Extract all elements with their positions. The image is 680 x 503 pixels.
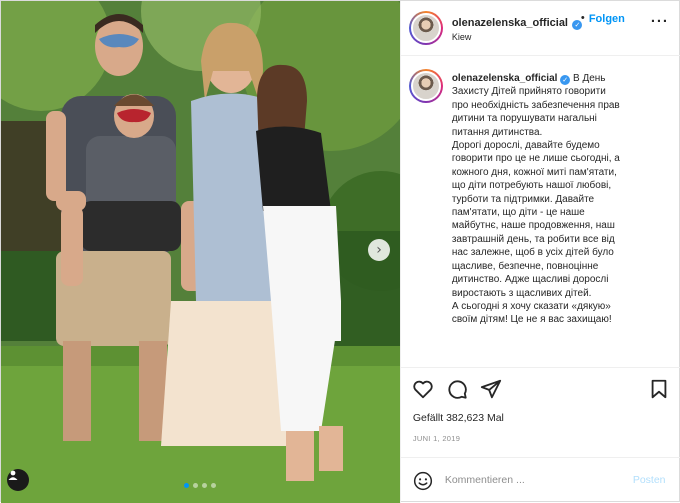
avatar[interactable]: [408, 69, 443, 103]
verified-badge-icon: ✓: [560, 75, 571, 85]
caption-line: виростають з щасливих дітей.: [451, 287, 592, 299]
caption-line: про необхідність забезпечення прав: [451, 99, 620, 111]
heart-icon[interactable]: [412, 378, 434, 400]
likes-count[interactable]: Gefällt 382,623 Mal: [413, 412, 504, 424]
caption-line: говорити про це не лише сьогодні, а: [451, 153, 620, 165]
caption-line: завтрашній день, та робити все від: [451, 233, 615, 245]
caption-username[interactable]: olenazelenska_official: [452, 73, 558, 84]
chevron-right-icon: ›: [376, 242, 382, 258]
comment-bar: Posten: [400, 457, 680, 503]
likes-text: Gefällt 382,623 Mal: [412, 412, 504, 424]
user-tags-button[interactable]: [7, 469, 29, 491]
post-date[interactable]: JUNI 1, 2019: [413, 434, 460, 443]
instagram-post: › olenazelenska_official ✓ • Folgen Kiew: [0, 0, 680, 503]
paper-plane-icon[interactable]: [480, 378, 502, 400]
author-username[interactable]: olenazelenska_official: [452, 17, 568, 29]
post-photo[interactable]: ›: [1, 1, 400, 503]
follow-button[interactable]: Folgen: [589, 13, 625, 25]
caption-line: Дорогі дорослі, давайте будемо: [451, 140, 600, 152]
comment-icon[interactable]: [446, 378, 468, 400]
family-photo-illustration: [1, 1, 400, 503]
caption-line: А сьогодні я хочу сказати «дякую»: [451, 300, 611, 312]
post-comment-button[interactable]: Posten: [633, 474, 666, 486]
caption-line: дитинство. Адже щасливі дорослі: [451, 274, 609, 286]
user-tag-icon: [8, 470, 18, 480]
separator-dot: •: [580, 12, 585, 24]
carousel-dot: [202, 483, 207, 488]
caption-line: що діти потребують нашої любові,: [451, 180, 612, 192]
caption-line: турботи та підтримки. Давайте: [451, 193, 595, 205]
next-photo-button[interactable]: ›: [368, 239, 390, 261]
caption-line: пам'ятати, що діти - це наше: [451, 207, 585, 219]
avatar[interactable]: [408, 11, 443, 45]
caption-line: питання дитинства.: [451, 126, 543, 138]
caption-line: В День: [573, 73, 606, 84]
smiley-icon[interactable]: [413, 471, 433, 491]
caption-line: Захисту Дітей прийнято говорити: [451, 86, 606, 98]
caption-line: кожного дня, кожної миті пам'ятати,: [451, 166, 617, 178]
caption-line: щасливе, безпечне, повноцінне: [451, 260, 599, 272]
caption-line: нас залежне, щоб в усіх дітей було: [451, 247, 614, 259]
more-options-icon[interactable]: ···: [651, 13, 669, 30]
carousel-indicator: [184, 483, 216, 488]
author-name-row: olenazelenska_official ✓: [452, 13, 583, 31]
caption-line: майбутнє, наше продовження, наш: [451, 220, 615, 232]
post-caption: olenazelenska_official ✓ В День Захисту …: [452, 72, 672, 327]
carousel-dot: [211, 483, 216, 488]
caption-line: дитини та порушувати нагальні: [451, 113, 597, 125]
bookmark-icon[interactable]: [648, 378, 670, 400]
post-actions: Gefällt 382,623 Mal JUNI 1, 2019: [400, 367, 680, 443]
post-header: olenazelenska_official ✓ • Folgen Kiew ·…: [400, 1, 680, 56]
caption-line: своїм дітям! Це не я вас захищаю!: [451, 314, 612, 326]
comment-input[interactable]: [444, 474, 615, 486]
carousel-dot: [193, 483, 198, 488]
post-side-panel: olenazelenska_official ✓ • Folgen Kiew ·…: [399, 1, 680, 503]
caption-area: olenazelenska_official ✓ В День Захисту …: [401, 57, 680, 367]
carousel-dot: [184, 483, 189, 488]
post-location[interactable]: Kiew: [452, 32, 472, 42]
